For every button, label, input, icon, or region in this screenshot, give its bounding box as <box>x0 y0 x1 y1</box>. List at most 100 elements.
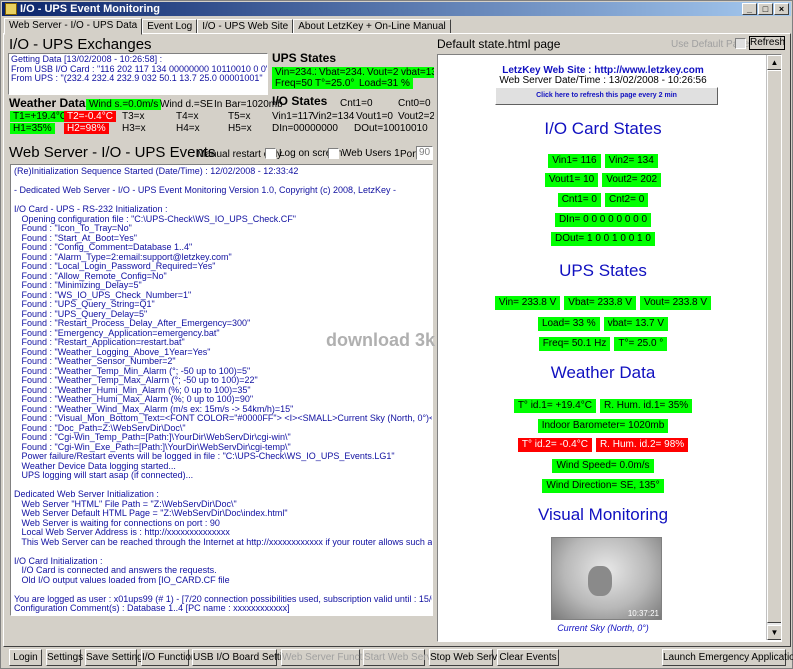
web-freq: Freq= 50.1 Hz <box>538 337 611 351</box>
web-datetime: Web Server Date/Time : 13/02/2008 - 10:2… <box>499 75 707 86</box>
close-button[interactable]: × <box>774 3 789 15</box>
tab-panel: I/O - UPS Exchanges Getting Data [13/02/… <box>3 33 791 647</box>
web-vout: Vout= 233.8 V <box>639 296 712 310</box>
log-line: Configuration Comment(s) : Database 1..4… <box>14 603 290 613</box>
web-cnt2: Cnt2= 0 <box>605 193 649 207</box>
usb-board-settings-button[interactable]: USB I/O Board Settings <box>192 649 298 666</box>
launch-emergency-button[interactable]: Launch Emergency Application <box>662 649 793 666</box>
scroll-thumb[interactable] <box>767 70 781 623</box>
event-log-textarea[interactable]: (Re)Initialization Sequence Started (Dat… <box>10 164 433 616</box>
app-icon <box>5 3 17 15</box>
web-vbat: Vbat= 233.8 V <box>564 296 636 310</box>
web-wind-speed: Wind Speed= 0.0m/s <box>552 459 654 473</box>
io-vout1: Vout1=0 <box>356 111 393 122</box>
browser-panel: LetzKey Web Site : http://www.letzkey.co… <box>437 54 782 642</box>
maximize-button[interactable]: □ <box>758 3 773 15</box>
web-temp: T°= 25.0 ° <box>614 337 668 351</box>
clear-events-button[interactable]: Clear Events <box>497 649 559 666</box>
web-dout: DOut= 1 0 0 1 0 0 1 0 <box>551 232 655 246</box>
window-title: I/O - UPS Event Monitoring <box>20 3 160 15</box>
io-vin1: Vin1=117 <box>272 111 314 122</box>
weather-wind-dir: Wind d.=SE <box>160 99 214 110</box>
web-vin2: Vin2= 134 <box>604 154 658 168</box>
web-t1: T° id.1= +19.4°C <box>513 399 596 413</box>
web-h2: R. Hum. id.2= 98% <box>595 438 689 452</box>
auto-refresh-button[interactable]: Click here to refresh this page every 2 … <box>495 87 718 105</box>
tab-about[interactable]: About LetzKey + On-Line Manual <box>293 19 451 34</box>
io-states-heading: I/O States <box>272 94 328 108</box>
tab-web-server-data[interactable]: Web Server - I/O - UPS Data <box>4 18 143 35</box>
log-line: UPS logging will start asap (if connecte… <box>14 470 194 480</box>
log-line: (Re)Initialization Sequence Started (Dat… <box>14 166 299 176</box>
web-users-label: Web Users <box>342 148 392 160</box>
ups-states-heading: UPS States <box>272 51 337 65</box>
weather-h4: H4=x <box>176 123 200 134</box>
tab-event-log[interactable]: Event Log <box>142 19 198 34</box>
refresh-button[interactable]: Refresh <box>749 36 785 50</box>
ups-load: Load=31 % <box>356 78 413 89</box>
log-line: Old I/O output values loaded from [IO_CA… <box>14 574 230 585</box>
ups-states-title: UPS States <box>559 261 647 280</box>
web-t2: T° id.2= -0.4°C <box>517 438 592 452</box>
io-functions-button[interactable]: I/O Functions <box>141 649 201 666</box>
minimize-button[interactable]: _ <box>742 3 757 15</box>
weather-h5: H5=x <box>228 123 252 134</box>
web-vout2: Vout2= 202 <box>602 173 662 187</box>
web-baro: Indoor Barometer= 1020mb <box>537 419 669 433</box>
title-bar: I/O - UPS Event Monitoring _ □ × <box>2 2 791 16</box>
web-din: DIn= 0 0 0 0 0 0 0 0 <box>554 213 652 227</box>
exchange-line: From UPS : "(232.4 232.4 232.9 032 50.1 … <box>11 73 263 83</box>
start-web-server-button[interactable]: Start Web Server <box>363 649 441 666</box>
weather-h3: H3=x <box>122 123 146 134</box>
server-events-heading: Web Server - I/O - UPS Events <box>9 144 216 161</box>
use-default-checkbox[interactable] <box>735 38 746 49</box>
tab-bar: Web Server - I/O - UPS Data Event Log I/… <box>4 18 451 35</box>
weather-t3: T3=x <box>122 111 145 122</box>
io-vout2: Vout2=202 <box>398 111 434 122</box>
log-line: - Dedicated Web Server - I/O - UPS Event… <box>14 185 396 195</box>
io-dout: DOut=10010010 <box>354 123 428 134</box>
web-vin: Vin= 233.8 V <box>494 296 561 310</box>
web-page: LetzKey Web Site : http://www.letzkey.co… <box>438 55 768 640</box>
camera-timestamp: 10:37:21 <box>627 609 659 618</box>
settings-button[interactable]: Settings <box>46 649 83 666</box>
stop-web-server-button[interactable]: Stop Web Server <box>429 649 506 666</box>
tab-web-site[interactable]: I/O - UPS Web Site <box>197 19 294 34</box>
checkbox-box[interactable] <box>328 148 339 159</box>
vertical-scrollbar[interactable]: ▲ ▼ <box>766 55 781 640</box>
io-vin2: Vin2=134 <box>312 111 355 122</box>
io-exchanges-heading: I/O - UPS Exchanges <box>9 36 152 53</box>
camera-blob <box>588 566 612 596</box>
ups-vbat2: vbat=13.7 <box>398 67 434 78</box>
checkbox-box[interactable] <box>265 148 276 159</box>
weather-heading: Weather Data <box>9 96 86 110</box>
scroll-down-button[interactable]: ▼ <box>767 625 781 640</box>
weather-h1: H1=35% <box>10 123 55 134</box>
weather-h2: H2=98% <box>64 123 109 134</box>
web-vout1: Vout1= 10 <box>544 173 599 187</box>
weather-t1: T1=+19.4°C <box>10 111 71 122</box>
visual-monitoring-title: Visual Monitoring <box>537 505 669 524</box>
web-server-functions-button[interactable]: Web Server Functions <box>281 649 381 666</box>
exchange-log: Getting Data [13/02/2008 - 10:26:58] : F… <box>8 53 268 95</box>
web-cnt1: Cnt1= 0 <box>557 193 601 207</box>
io-cnt0: Cnt0=0 <box>398 98 431 109</box>
save-settings-button[interactable]: Save Settings <box>85 649 148 666</box>
weather-t4: T4=x <box>176 111 199 122</box>
sky-camera-image: 10:37:21 <box>551 537 662 620</box>
port-field[interactable]: 90 <box>416 146 433 160</box>
ups-temp: T°=25.0° <box>312 78 358 89</box>
watermark: download 3k <box>326 330 436 350</box>
camera-caption: Current Sky (North, 0°) <box>557 623 649 633</box>
io-cnt1: Cnt1=0 <box>340 98 373 109</box>
scroll-up-button[interactable]: ▲ <box>767 55 781 70</box>
weather-data-title: Weather Data <box>550 363 656 382</box>
weather-t5: T5=x <box>228 111 251 122</box>
log-line: This Web Server can be reached through t… <box>14 536 433 547</box>
io-din: DIn=00000000 <box>272 123 338 134</box>
login-button[interactable]: Login <box>9 649 42 666</box>
weather-t2: T2=-0.4°C <box>64 111 116 122</box>
web-users-checkbox[interactable]: Web Users 1 <box>328 148 400 159</box>
default-page-heading: Default state.html page <box>437 37 561 51</box>
web-vbat2: vbat= 13.7 V <box>603 317 669 331</box>
